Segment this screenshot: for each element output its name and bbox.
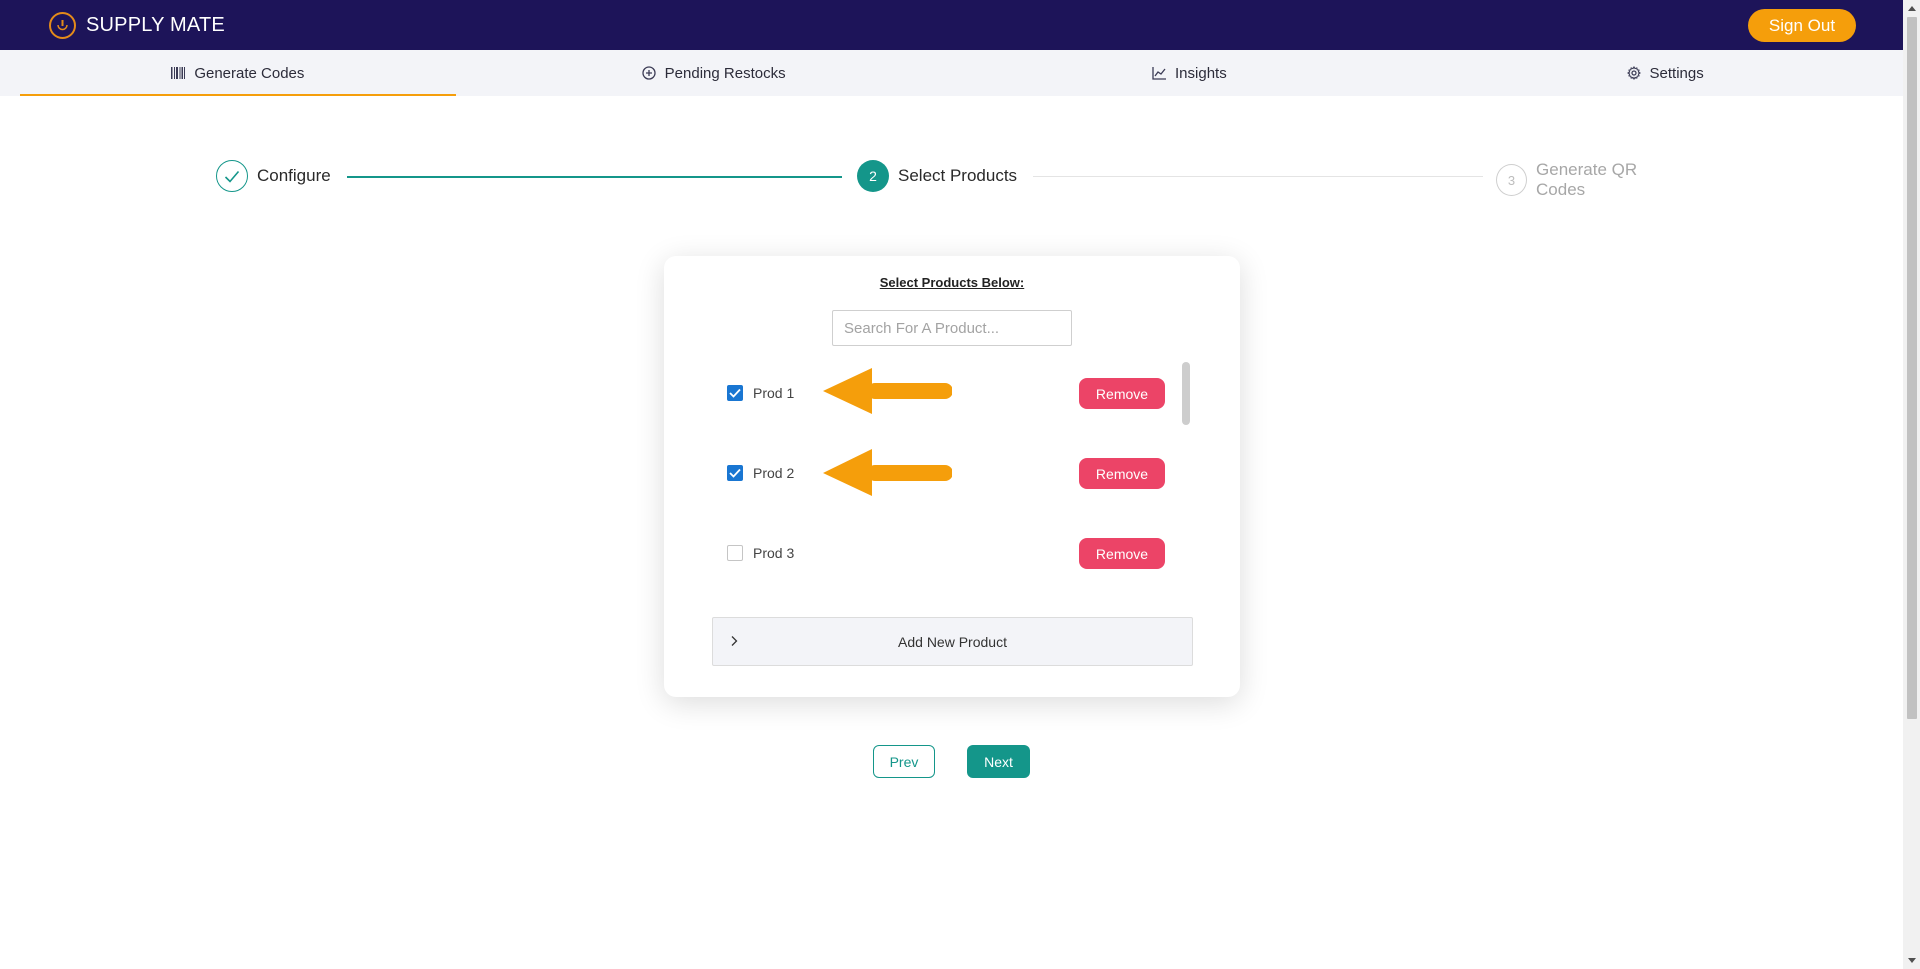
step-number: 2 [857,160,889,192]
tab-settings[interactable]: Settings [1427,50,1903,96]
annotation-arrow-icon [823,368,952,414]
scroll-up-icon[interactable] [1903,0,1920,17]
tab-generate-codes[interactable]: Generate Codes [0,50,476,96]
tab-pending-restocks[interactable]: Pending Restocks [476,50,952,96]
step-connector-pending [1033,176,1483,177]
list-scrollbar[interactable] [1182,362,1190,425]
tab-label: Settings [1649,64,1704,82]
tab-label: Generate Codes [194,64,305,82]
product-checkbox[interactable] [727,545,743,561]
product-label: Prod 1 [753,385,795,401]
add-new-product-accordion[interactable]: Add New Product [712,617,1193,666]
remove-product-button[interactable]: Remove [1079,538,1165,569]
logo-icon [49,11,76,39]
scrollbar-thumb[interactable] [1907,17,1917,719]
scroll-down-icon[interactable] [1903,952,1920,969]
brand[interactable]: SUPPLY MATE [49,11,225,39]
sign-out-button[interactable]: Sign Out [1748,9,1856,42]
product-search-input[interactable] [832,310,1072,346]
step-select-products[interactable]: 2 Select Products [857,160,1017,192]
barcode-icon [171,67,186,79]
check-icon [216,160,248,192]
plus-circle-icon [642,66,656,80]
tab-bar: Generate Codes Pending Restocks Insights… [0,50,1903,96]
app-name: SUPPLY MATE [86,13,225,36]
gear-icon [1626,66,1641,80]
step-label: Generate QR Codes [1536,160,1638,199]
product-checkbox[interactable] [727,385,743,401]
product-checkbox[interactable] [727,465,743,481]
prev-button[interactable]: Prev [873,745,935,778]
product-row: Prod 3 Remove [727,536,1165,570]
remove-product-button[interactable]: Remove [1079,458,1165,489]
product-label: Prod 2 [753,465,795,481]
step-label: Configure [257,166,331,185]
tab-insights[interactable]: Insights [952,50,1428,96]
top-navbar: SUPPLY MATE Sign Out [0,0,1903,50]
product-label: Prod 3 [753,545,795,561]
tab-label: Pending Restocks [664,64,786,82]
chevron-right-icon [730,634,738,652]
tab-label: Insights [1175,64,1227,82]
annotation-arrow-icon [823,449,952,496]
next-button[interactable]: Next [967,745,1030,778]
page-scrollbar[interactable] [1903,0,1920,969]
step-number: 3 [1496,164,1528,196]
product-selection-card: Select Products Below: Prod 1 Remove Pro… [664,256,1240,697]
step-connector-completed [347,176,842,178]
step-configure[interactable]: Configure [216,160,331,192]
step-generate-qr-codes[interactable]: 3 Generate QR Codes [1496,160,1686,200]
add-new-product-label: Add New Product [898,633,1007,650]
stepper: Configure 2 Select Products 3 Generate Q… [216,160,1686,199]
line-chart-icon [1152,66,1167,80]
card-title: Select Products Below: [879,275,1025,290]
remove-product-button[interactable]: Remove [1079,378,1165,409]
step-label: Select Products [898,166,1018,185]
